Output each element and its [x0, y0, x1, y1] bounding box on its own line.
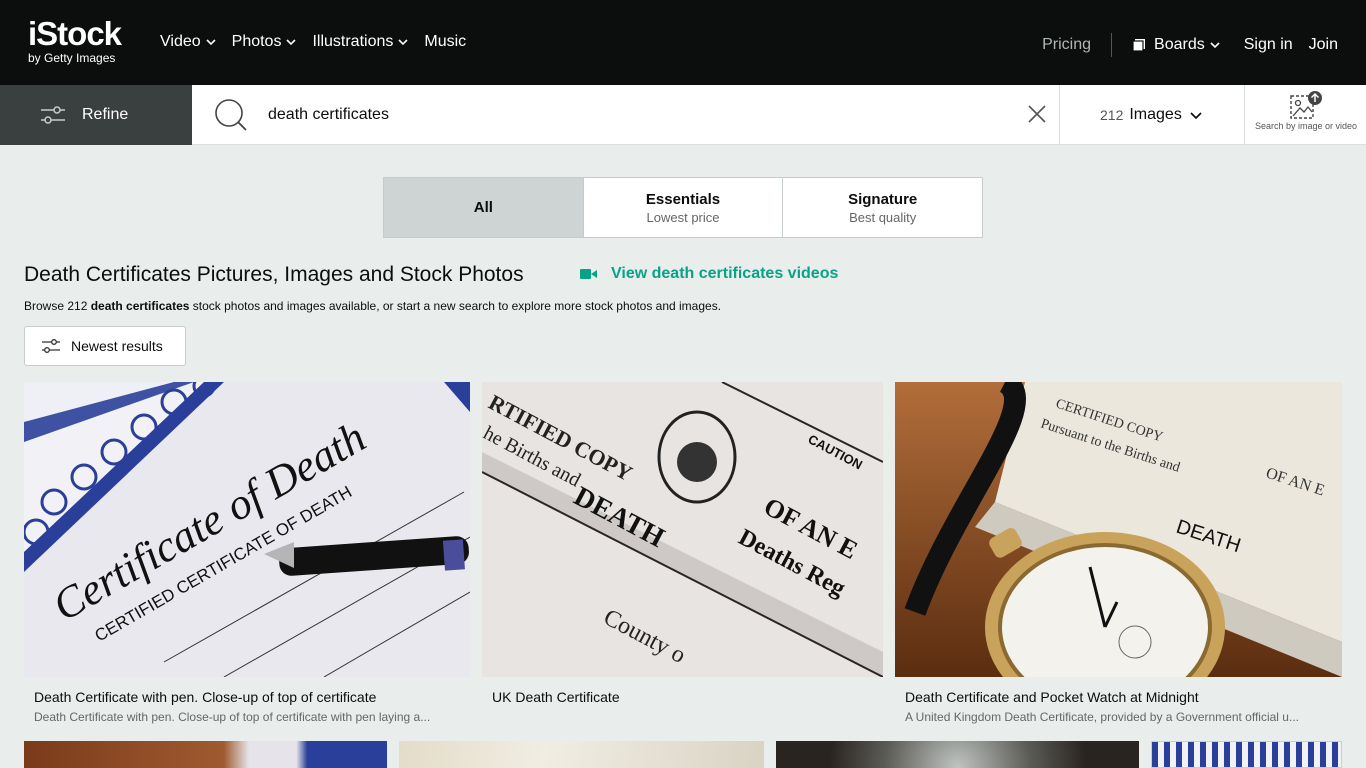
- tab-signature-label: Signature: [848, 190, 918, 208]
- image-thumbnail[interactable]: Certificate of Death CERTIFIED CERTIFICA…: [24, 382, 470, 677]
- top-navigation-bar: iStock by Getty Images Video Photos Illu…: [0, 0, 1366, 85]
- refine-button[interactable]: Refine: [0, 85, 192, 145]
- chevron-down-icon: [206, 39, 216, 46]
- tab-signature[interactable]: Signature Best quality: [783, 178, 982, 237]
- summary-term: death certificates: [90, 299, 190, 313]
- result-count: 212: [1100, 107, 1124, 123]
- logo-tagline: by Getty Images: [28, 51, 116, 65]
- nav-music-label: Music: [424, 33, 467, 50]
- image-title[interactable]: Death Certificate with pen. Close-up of …: [34, 689, 470, 705]
- join-link[interactable]: Join: [1309, 36, 1338, 54]
- tab-all[interactable]: All: [384, 178, 584, 237]
- image-thumbnail[interactable]: CERTIFIED COPY Pursuant to the Births an…: [895, 382, 1342, 677]
- image-card[interactable]: [399, 741, 764, 768]
- summary-suffix: stock photos and images available, or st…: [189, 299, 722, 313]
- sort-label: Newest results: [71, 338, 163, 354]
- media-type-dropdown[interactable]: 212 Images: [1059, 85, 1245, 145]
- license-tabs: All Essentials Lowest price Signature Be…: [383, 177, 983, 238]
- view-videos-label: View death certificates videos: [611, 265, 839, 282]
- tab-all-label: All: [473, 199, 493, 216]
- page-title: Death Certificates Pictures, Images and …: [24, 263, 524, 286]
- tab-essentials-label: Essentials: [645, 190, 721, 208]
- boards-menu[interactable]: Boards: [1132, 36, 1220, 54]
- image-title[interactable]: Death Certificate and Pocket Watch at Mi…: [905, 689, 1342, 705]
- search-by-image-label: Search by image or video: [1254, 121, 1358, 131]
- search-bar: Refine 212 Images Search by image or vid…: [0, 85, 1366, 145]
- chevron-down-icon: [398, 39, 408, 46]
- sort-dropdown[interactable]: Newest results: [24, 326, 186, 366]
- tab-essentials[interactable]: Essentials Lowest price: [584, 178, 784, 237]
- nav-illustrations-label: Illustrations: [312, 33, 394, 50]
- summary-prefix: Browse 212: [24, 299, 91, 313]
- pocket-watch-photo: CERTIFIED COPY Pursuant to the Births an…: [895, 382, 1342, 677]
- sign-in-link[interactable]: Sign in: [1244, 36, 1293, 54]
- certificate-pen-photo: Certificate of Death CERTIFIED CERTIFICA…: [24, 382, 470, 677]
- chevron-down-icon: [1190, 112, 1202, 120]
- boards-label: Boards: [1154, 36, 1205, 53]
- video-camera-icon: [580, 269, 597, 279]
- image-description: A United Kingdom Death Certificate, prov…: [905, 710, 1299, 724]
- tab-signature-sub: Best quality: [849, 209, 917, 225]
- search-icon: [212, 97, 250, 140]
- image-title[interactable]: UK Death Certificate: [492, 689, 883, 705]
- image-thumbnail[interactable]: RTIFIED COPY he Births and DEATH OF AN E…: [482, 382, 883, 677]
- close-icon: [1028, 105, 1046, 123]
- image-upload-icon: [1290, 91, 1322, 119]
- nav-video[interactable]: Video: [160, 33, 216, 51]
- uk-certificate-photo: RTIFIED COPY he Births and DEATH OF AN E…: [482, 382, 883, 677]
- boards-icon: [1132, 39, 1146, 52]
- tab-essentials-sub: Lowest price: [646, 209, 720, 225]
- image-card[interactable]: Certificate of Death CERTIFIED CERTIFICA…: [24, 382, 470, 724]
- clear-search-button[interactable]: [1026, 103, 1048, 130]
- image-card[interactable]: [1151, 741, 1342, 768]
- istock-logo[interactable]: iStock by Getty Images: [28, 15, 122, 65]
- nav-photos-label: Photos: [231, 33, 282, 50]
- image-card[interactable]: RTIFIED COPY he Births and DEATH OF AN E…: [482, 382, 883, 710]
- divider: [1111, 33, 1113, 57]
- refine-label: Refine: [82, 106, 129, 123]
- image-card[interactable]: [776, 741, 1139, 768]
- chevron-down-icon: [286, 39, 297, 46]
- main-nav: Video Photos Illustrations Music: [160, 33, 482, 51]
- pricing-link[interactable]: Pricing: [1042, 36, 1091, 54]
- chevron-down-icon: [1210, 42, 1220, 49]
- nav-music[interactable]: Music: [424, 33, 466, 51]
- search-input[interactable]: [268, 103, 1008, 127]
- search-by-image-button[interactable]: Search by image or video: [1246, 85, 1366, 145]
- media-type-label: Images: [1129, 106, 1182, 123]
- image-description: Death Certificate with pen. Close-up of …: [34, 710, 431, 724]
- results-summary: Browse 212 death certificates stock phot…: [24, 299, 721, 313]
- nav-illustrations[interactable]: Illustrations: [312, 33, 408, 51]
- sort-sliders-icon: [42, 339, 60, 353]
- logo-wordmark: iStock: [28, 15, 122, 52]
- view-videos-link[interactable]: View death certificates videos: [580, 265, 838, 283]
- image-card[interactable]: [24, 741, 387, 768]
- nav-video-label: Video: [160, 33, 201, 50]
- account-nav: Pricing Boards Sign in Join: [1042, 33, 1366, 57]
- filter-sliders-icon: [41, 106, 65, 124]
- nav-photos[interactable]: Photos: [232, 33, 297, 51]
- image-card[interactable]: CERTIFIED COPY Pursuant to the Births an…: [895, 382, 1342, 724]
